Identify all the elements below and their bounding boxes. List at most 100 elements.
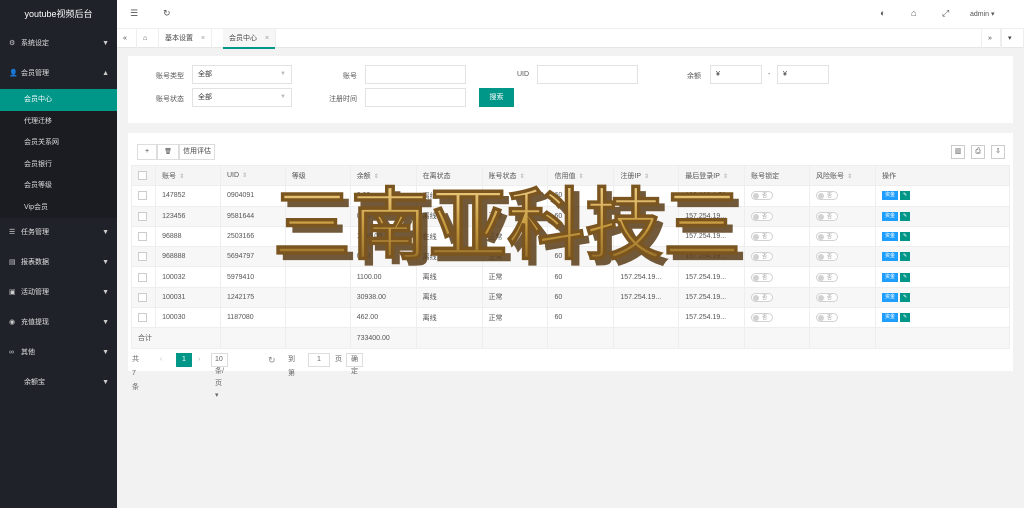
reg-time-input[interactable] (365, 88, 466, 107)
col-uid[interactable]: UID ⇕ (219, 164, 286, 187)
sort-icon[interactable]: ⇕ (847, 174, 852, 180)
sort-icon[interactable]: ⇕ (179, 174, 184, 180)
row-checkbox[interactable] (130, 266, 157, 288)
nav-recharge-withdraw[interactable]: ◉ 充值提现 ▼ (0, 308, 117, 338)
fund-button[interactable]: 资金 (881, 272, 898, 282)
sidebar-item-agent-migration[interactable]: 代理迁移 (0, 111, 117, 133)
account-lock-switch[interactable]: 否 (744, 307, 811, 329)
edit-button[interactable]: ✎ (899, 232, 911, 242)
sidebar-item-member-center[interactable]: 会员中心 (0, 89, 117, 111)
nav-activities[interactable]: ▣ 活动管理 ▼ (0, 278, 117, 308)
goto-confirm-button[interactable]: 确定 (346, 353, 363, 375)
prev-page-icon[interactable]: ‹ (160, 353, 162, 367)
nav-system-settings[interactable]: ⚙ 系统设定 ▼ (0, 29, 117, 59)
sidebar-item-vip[interactable]: Vip会员 (0, 197, 117, 219)
print-icon[interactable]: ⎙ (971, 145, 985, 159)
sort-icon[interactable]: ⇕ (374, 174, 379, 180)
fund-button[interactable]: 资金 (881, 313, 898, 323)
edit-button[interactable]: ✎ (899, 272, 911, 282)
risk-account-switch[interactable]: 否 (809, 307, 876, 329)
fund-button[interactable]: 资金 (881, 252, 898, 262)
refresh-icon[interactable]: ↻ (268, 353, 276, 367)
menu-toggle-icon[interactable]: ☰ (130, 8, 138, 19)
account-lock-switch[interactable]: 否 (744, 266, 811, 288)
tab-member-center[interactable]: 会员中心 × (223, 29, 277, 49)
tabs-menu-icon[interactable]: ▾ (1001, 29, 1024, 48)
col-balance[interactable]: 余额 ⇕ (349, 164, 417, 187)
tabs-prev-icon[interactable]: « (117, 29, 137, 48)
search-button[interactable]: 搜索 (479, 88, 514, 107)
add-button[interactable]: + (137, 144, 157, 160)
fund-button[interactable]: 资金 (881, 211, 898, 221)
uid-input[interactable] (537, 65, 638, 84)
sort-icon[interactable]: ⇕ (644, 174, 649, 180)
balance-min-input[interactable]: ¥ (710, 65, 762, 84)
page-current[interactable]: 1 (176, 353, 192, 367)
nav-reports[interactable]: ▤ 报表数据 ▼ (0, 248, 117, 278)
fund-button[interactable]: 资金 (881, 292, 898, 302)
edit-button[interactable]: ✎ (899, 292, 911, 302)
account-lock-switch[interactable]: 否 (744, 225, 811, 248)
close-icon[interactable]: × (265, 35, 269, 42)
sidebar-item-member-level[interactable]: 会员等级 (0, 175, 117, 197)
row-checkbox[interactable] (130, 205, 157, 227)
delete-button[interactable]: 🗑 (157, 144, 179, 160)
nav-yuebao[interactable]: 余额宝 ▼ (0, 368, 117, 398)
page-input[interactable]: 1 (308, 353, 330, 367)
edit-button[interactable]: ✎ (899, 252, 911, 262)
balance-max-input[interactable]: ¥ (777, 65, 829, 84)
export-icon[interactable]: ⇩ (991, 145, 1005, 159)
risk-account-switch[interactable]: 否 (809, 266, 876, 288)
tab-basic-settings[interactable]: 基本设置 × (159, 29, 213, 48)
account-status-select[interactable]: 全部 ▼ (192, 88, 292, 107)
select-all-checkbox[interactable] (130, 164, 157, 187)
row-checkbox[interactable] (130, 307, 157, 329)
nav-member-management[interactable]: 👤 会员管理 ▲ (0, 59, 117, 89)
per-page-select[interactable]: 10 条/页 ▾ (211, 353, 228, 399)
home-icon[interactable]: ⌂ (137, 29, 159, 48)
col-risk-account[interactable]: 风险账号 ⇕ (809, 164, 876, 187)
col-account[interactable]: 账号 ⇕ (155, 164, 221, 187)
account-lock-switch[interactable]: 否 (744, 185, 811, 207)
edit-button[interactable]: ✎ (899, 211, 911, 221)
sidebar-item-member-bank[interactable]: 会员银行 (0, 154, 117, 176)
tag-icon[interactable]: ⌂ (911, 8, 916, 18)
col-credit[interactable]: 信用值 ⇕ (547, 164, 615, 187)
edit-button[interactable]: ✎ (899, 313, 911, 323)
row-checkbox[interactable] (130, 185, 157, 207)
close-icon[interactable]: × (201, 35, 205, 42)
risk-account-switch[interactable]: 否 (809, 185, 876, 207)
col-account-status[interactable]: 账号状态 ⇕ (481, 164, 549, 187)
col-reg-ip[interactable]: 注册IP ⇕ (613, 164, 680, 187)
account-lock-switch[interactable]: 否 (744, 246, 811, 268)
sort-icon[interactable]: ⇕ (578, 174, 583, 180)
credit-eval-button[interactable]: 信用评估 (179, 144, 215, 160)
risk-account-switch[interactable]: 否 (809, 286, 876, 309)
next-page-icon[interactable]: › (198, 353, 200, 367)
account-lock-switch[interactable]: 否 (744, 205, 811, 227)
user-menu[interactable]: admin ▾ (970, 10, 995, 18)
account-input[interactable] (365, 65, 466, 84)
fund-button[interactable]: 资金 (881, 191, 898, 201)
row-checkbox[interactable] (130, 286, 157, 309)
risk-account-switch[interactable]: 否 (809, 225, 876, 248)
theme-icon[interactable]: ◐ (880, 8, 885, 18)
account-type-select[interactable]: 全部 ▼ (192, 65, 292, 84)
risk-account-switch[interactable]: 否 (809, 246, 876, 268)
row-checkbox[interactable] (130, 246, 157, 268)
sidebar-item-member-relations[interactable]: 会员关系网 (0, 132, 117, 154)
sort-icon[interactable]: ⇕ (723, 174, 728, 180)
edit-button[interactable]: ✎ (899, 191, 911, 201)
sort-icon[interactable]: ⇕ (520, 174, 525, 180)
account-lock-switch[interactable]: 否 (744, 286, 811, 309)
columns-filter-icon[interactable]: ▥ (951, 145, 965, 159)
nav-other[interactable]: ∞ 其他 ▼ (0, 338, 117, 368)
nav-task-management[interactable]: ☰ 任务管理 ▼ (0, 218, 117, 248)
refresh-icon[interactable]: ↻ (163, 8, 171, 19)
row-checkbox[interactable] (130, 225, 157, 248)
fullscreen-icon[interactable]: ⤢ (942, 8, 949, 19)
col-last-login-ip[interactable]: 最后登录IP ⇕ (678, 164, 746, 187)
risk-account-switch[interactable]: 否 (809, 205, 876, 227)
sort-icon[interactable]: ⇕ (242, 173, 247, 179)
tabs-next-icon[interactable]: » (981, 29, 1001, 48)
